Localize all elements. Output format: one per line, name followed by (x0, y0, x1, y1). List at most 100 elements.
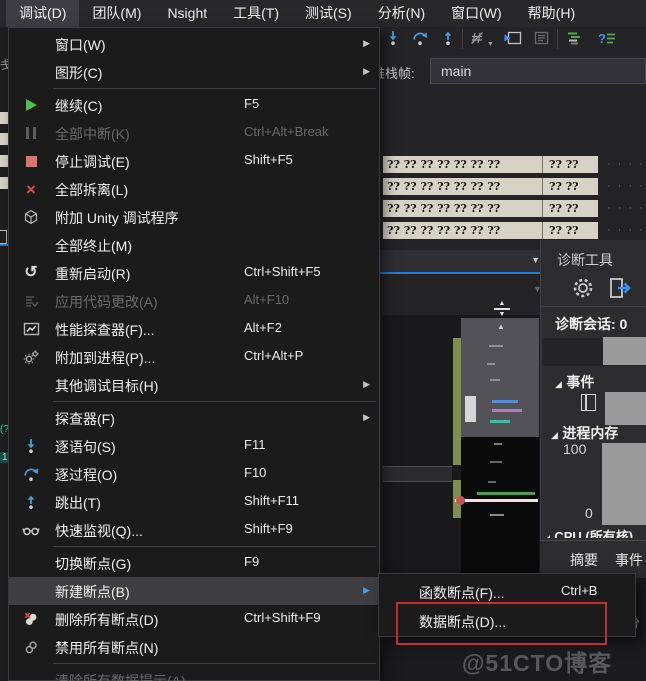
export-button[interactable] (607, 276, 633, 305)
splitter-handle[interactable]: ▲ ▼ (492, 300, 512, 318)
code-line-fragment (487, 363, 495, 365)
process-memory-section-header[interactable]: ◢ 进程内存 (551, 423, 618, 443)
menu-item-stop-debugging[interactable]: 停止调试(E) Shift+F5 (9, 147, 379, 175)
menu-item-label: 清除所有数据提示(A) (55, 673, 186, 681)
memory-ascii: · · · · · (607, 224, 646, 236)
glasses-icon (20, 520, 42, 540)
menubar-item-nsight[interactable]: Nsight (154, 0, 220, 27)
step-into-button[interactable] (385, 30, 401, 51)
section-expanded-icon: ◢ (551, 430, 558, 440)
menu-item-restart[interactable]: ↺ 重新启动(R) Ctrl+Shift+F5 (9, 259, 379, 287)
menu-item-shortcut: Ctrl+Alt+P (244, 348, 304, 363)
menu-item-continue[interactable]: 继续(C) F5 (9, 91, 379, 119)
scroll-up-icon[interactable]: ▲ (497, 322, 505, 331)
address-combobox[interactable]: ▼ (380, 250, 548, 272)
menu-item-graphics[interactable]: 图形(C) ▶ (9, 58, 379, 86)
stack-frame-combobox[interactable]: main (430, 58, 646, 84)
menu-bar: 调试(D) 团队(M) Nsight 工具(T) 测试(S) 分析(N) 窗口(… (0, 0, 646, 27)
hex-display-button[interactable] (469, 30, 485, 51)
menu-item-performance-profiler[interactable]: 性能探查器(F)... Alt+F2 (9, 315, 379, 343)
delete-breakpoints-icon (20, 609, 42, 629)
show-next-statement-button[interactable] (503, 31, 522, 51)
scrollbar-thumb[interactable] (465, 396, 476, 422)
combo-dropdown-icon[interactable]: ▼ (531, 255, 540, 265)
menubar-item-analyze[interactable]: 分析(N) (365, 0, 438, 27)
tab-events[interactable]: 事件 (615, 550, 643, 570)
menubar-item-team[interactable]: 团队(M) (79, 0, 154, 27)
gear-icon (573, 278, 593, 298)
step-over-button[interactable] (412, 30, 428, 51)
menu-item-step-over[interactable]: 逐过程(O) F10 (9, 460, 379, 488)
menubar-item-test[interactable]: 测试(S) (292, 0, 365, 27)
menu-item-window[interactable]: 窗口(W) ▶ (9, 30, 379, 58)
menu-item-quick-watch[interactable]: 快速监视(Q)... Shift+F9 (9, 516, 379, 544)
unity-cube-icon (20, 207, 42, 227)
menu-item-step-into[interactable]: 逐语句(S) F11 (9, 432, 379, 460)
step-out-button[interactable] (440, 30, 456, 51)
menu-item-function-breakpoint[interactable]: 函数断点(F)... Ctrl+B (379, 577, 635, 606)
breakpoints-window-button[interactable]: ? (598, 31, 616, 51)
menu-item-other-debug-targets[interactable]: 其他调试目标(H) ▶ (9, 371, 379, 399)
menu-item-shortcut: Ctrl+Shift+F9 (244, 610, 321, 625)
menu-item-step-out[interactable]: 跳出(T) Shift+F11 (9, 488, 379, 516)
tab-summary[interactable]: 摘要 (570, 550, 598, 570)
menu-item-delete-all-breakpoints[interactable]: 删除所有断点(D) Ctrl+Shift+F9 (9, 605, 379, 633)
comment-line-fragment (477, 492, 535, 495)
menu-item-apply-code-changes[interactable]: 应用代码更改(A) Alt+F10 (9, 287, 379, 315)
menu-separator (53, 663, 376, 664)
timeline-block (603, 337, 646, 365)
splitter-bar (494, 308, 510, 310)
memory-row-fragment (0, 112, 8, 124)
submenu-arrow-icon: ▶ (363, 585, 370, 595)
menubar-item-window[interactable]: 窗口(W) (438, 0, 515, 27)
apply-code-icon (20, 291, 42, 311)
menu-item-toggle-breakpoint[interactable]: 切换断点(G) F9 (9, 549, 379, 577)
cpu-section-header[interactable]: ◢ CPU (所有核) (543, 526, 646, 538)
menu-item-data-breakpoint[interactable]: 数据断点(D)... (379, 606, 635, 635)
memory-ascii: · · · · · (607, 180, 646, 192)
menu-item-label: 附加 Unity 调试程序 (55, 210, 179, 226)
divider (541, 306, 646, 307)
memory-row-fragment (0, 155, 8, 167)
memory-row-fragment (0, 177, 8, 189)
menu-item-attach-to-process[interactable]: 附加到进程(P)... Ctrl+Alt+P (9, 343, 379, 371)
menu-item-label: 其他调试目标(H) (55, 378, 159, 394)
menu-item-break-all[interactable]: 全部中断(K) Ctrl+Alt+Break (9, 119, 379, 147)
code-line-fragment (488, 481, 496, 483)
breakpoint-line (455, 499, 538, 502)
menu-item-new-breakpoint[interactable]: 新建断点(B) ▶ (9, 577, 379, 605)
menubar-item-tools[interactable]: 工具(T) (220, 0, 292, 27)
settings-button[interactable] (571, 276, 595, 305)
menu-item-detach-all[interactable]: × 全部拆离(L) (9, 175, 379, 203)
section-expanded-icon: ◢ (555, 379, 562, 389)
memory-row[interactable]: ?? ?? ?? ?? ?? ?? ???? ?? · · · · · (383, 156, 646, 173)
menu-item-shortcut: Alt+F10 (244, 292, 290, 307)
menu-item-shortcut: Ctrl+B (561, 583, 598, 598)
step-over-icon (413, 32, 427, 45)
menu-item-label: 全部中断(K) (55, 126, 130, 142)
menu-item-terminate-all[interactable]: 全部终止(M) (9, 231, 379, 259)
memory-row[interactable]: ?? ?? ?? ?? ?? ?? ???? ?? · · · · · (383, 178, 646, 195)
menu-item-shortcut: Ctrl+Shift+F5 (244, 264, 321, 279)
submenu-arrow-icon: ▶ (363, 66, 370, 76)
session-label: 诊断会话: 0 (555, 316, 628, 332)
menu-item-attach-unity[interactable]: 附加 Unity 调试程序 (9, 203, 379, 231)
memory-row[interactable]: ?? ?? ?? ?? ?? ?? ???? ?? · · · · · (383, 222, 646, 239)
menubar-item-help[interactable]: 帮助(H) (515, 0, 588, 27)
memory-graph (602, 443, 646, 525)
menubar-item-debug[interactable]: 调试(D) (6, 0, 80, 27)
events-section-header[interactable]: ◢ 事件 (555, 372, 594, 392)
menu-item-profiler[interactable]: 探查器(F) ▶ (9, 404, 379, 432)
menu-item-disable-all-breakpoints[interactable]: 禁用所有断点(N) (9, 633, 379, 661)
hex-dropdown-icon[interactable]: ▼ (487, 41, 494, 48)
memory-row[interactable]: ?? ?? ?? ?? ?? ?? ???? ?? · · · · · (383, 200, 646, 217)
menu-item-clear-all-datatips[interactable]: 清除所有数据提示(A) (9, 666, 379, 681)
menu-item-label: 函数断点(F)... (419, 585, 505, 601)
menu-separator (53, 401, 376, 402)
menu-item-label: 性能探查器(F)... (55, 322, 155, 338)
debug-menu: 窗口(W) ▶ 图形(C) ▶ 继续(C) F5 全部中断(K) Ctrl+Al… (8, 27, 380, 681)
memory-ascii: · · · · · (607, 202, 646, 214)
submenu-arrow-icon: ▶ (363, 379, 370, 389)
parallel-stacks-button[interactable] (532, 31, 551, 51)
threads-window-button[interactable] (566, 31, 583, 50)
